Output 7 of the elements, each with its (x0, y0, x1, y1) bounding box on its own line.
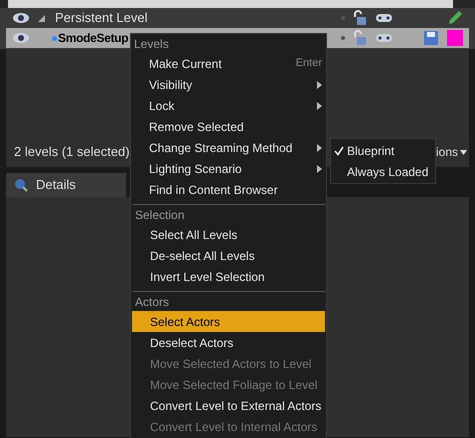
shortcut-label: Enter (296, 56, 322, 72)
level-name: SmodeSetup (58, 30, 128, 47)
menu-section-header: Actors (134, 294, 170, 310)
level-count: 2 levels (1 selected) (14, 143, 130, 162)
menu-section-header: Selection (134, 206, 186, 224)
level-name: Persistent Level (55, 9, 148, 28)
menu-section-header: Levels (133, 36, 170, 52)
